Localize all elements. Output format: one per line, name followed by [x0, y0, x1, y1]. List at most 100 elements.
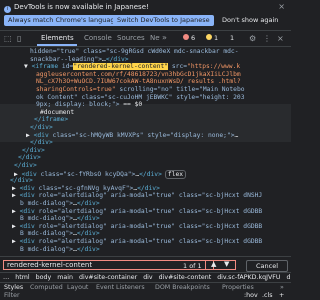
dom-node-line[interactable]: ▶ <div role="alertdialog" aria-modal="tr…	[12, 223, 262, 231]
dom-node-line[interactable]: NL_cX7h3O+WuOCD.7IUW67cokAW-tA8nuxnWsD/ …	[36, 78, 241, 86]
dom-token: <iframe	[31, 63, 59, 71]
info-icon: i	[4, 6, 11, 13]
close-devtools-icon[interactable]: ×	[277, 34, 284, 43]
dom-token: ▶	[12, 192, 20, 200]
dom-token: snackbar--leading">	[30, 55, 103, 63]
tab-event-listeners[interactable]: Event Listeners	[96, 284, 145, 291]
dom-token: NL_cX7h3O+WuOCD.7IUW67cokAW-tA8nuxnWsD/ …	[36, 78, 241, 86]
tab-elements[interactable]: Elements	[41, 34, 74, 42]
info-count: 1	[214, 34, 219, 42]
dom-token: </div>	[10, 177, 33, 185]
customize-menu-icon[interactable]: ⋮	[263, 34, 271, 43]
search-prev-icon[interactable]: ▲	[211, 260, 216, 268]
dom-node-line[interactable]: 9px; display: block;"> == $0	[36, 101, 142, 109]
dom-token: </div>	[22, 146, 45, 154]
dom-node-line[interactable]: ok Content" class="sc-cuJoHM jEBWKC" sty…	[36, 94, 245, 102]
dom-node-line[interactable]: #document	[40, 109, 74, 117]
switch-to-japanese-button[interactable]: Switch DevTools to Japanese	[113, 15, 214, 26]
issues-count[interactable]: 1	[230, 34, 234, 42]
dom-node-line[interactable]: </div>	[18, 154, 41, 162]
dom-node-line[interactable]: </div>	[14, 162, 37, 170]
dom-node-line[interactable]: b mdc-dialog">…</div>	[20, 200, 100, 208]
dom-token: </div>	[105, 55, 129, 63]
match-chrome-language-button[interactable]: Always match Chrome's language	[4, 15, 123, 26]
dom-node-line[interactable]: ▶ <div class="sc-gfnNVg kyAvqF">…</div>	[12, 185, 160, 193]
infobar-message-row: i DevTools is now available in Japanese!	[4, 3, 149, 13]
dom-token: ▶	[12, 184, 20, 192]
tab-console[interactable]: Console	[84, 34, 112, 42]
dom-token: ▶	[12, 207, 20, 215]
hover-state-toggle[interactable]: :hov	[244, 292, 258, 299]
class-toggle[interactable]: .cls	[262, 292, 273, 299]
dom-node-line[interactable]: ▼ <iframe id="rendered-kernel-content" s…	[24, 63, 240, 71]
dom-node-line[interactable]: ▶ <div class="sc-hMQyWB kMVXPs" style="d…	[26, 132, 238, 140]
dom-token: ok Content" class="sc-cuJoHM jEBWKC" sty…	[36, 93, 245, 101]
dom-node-line[interactable]: ▶ <div role="alertdialog" aria-modal="tr…	[12, 238, 262, 246]
dom-token: ▼	[24, 63, 32, 71]
dom-token: role="alertdialog" aria-modal="true" cla…	[34, 192, 263, 200]
search-match-count: 1 of 1	[183, 262, 202, 270]
dom-token: …	[234, 131, 239, 139]
infobar-close-icon[interactable]: ×	[278, 2, 285, 11]
dom-token: </iframe>	[34, 116, 69, 124]
dom-token: B mdc-dialog">	[20, 245, 74, 253]
info-badge-icon[interactable]	[206, 34, 212, 40]
dom-token: </div>	[14, 162, 37, 169]
device-toolbar-icon[interactable]: ▯	[17, 34, 21, 43]
dom-node-line[interactable]: ▶ <div role="alertdialog" aria-modal="tr…	[12, 208, 262, 216]
dom-token: </div>	[139, 170, 162, 178]
dom-node-line[interactable]: sharingControls=true" scrolling="no" tit…	[36, 86, 245, 94]
dom-node-line[interactable]: aggleusercontent.com/rf/48618723/vn3hbGc…	[36, 71, 241, 79]
dom-token: role="alertdialog" aria-modal="true" cla…	[34, 238, 263, 245]
styles-filter-row: Filter :hov .cls +	[0, 292, 291, 300]
dom-node-line[interactable]: hidden="true" class="sc-9gRGsd cWd0eX md…	[30, 48, 239, 56]
dom-node-line[interactable]: </div>	[30, 139, 53, 147]
dom-token: <div	[19, 238, 35, 245]
dom-token: scrolling="no" title="Main Notebo	[115, 86, 245, 93]
tab-layout[interactable]: Layout	[67, 284, 88, 291]
dom-search-bar: 1 of 1 ▲ ▼ Cancel	[0, 256, 291, 273]
styles-filter-input[interactable]: Filter	[4, 292, 20, 299]
tab-computed[interactable]: Computed	[30, 284, 63, 291]
flex-badge[interactable]: flex	[164, 169, 187, 180]
search-match-highlight: "rendered-kernel-content"	[73, 63, 169, 71]
dom-token: id=	[58, 63, 74, 71]
dom-node-line[interactable]: ▶ <div class="sc-fYRbsO kcyDQa">…</div> f…	[14, 169, 187, 180]
dom-node-line[interactable]: B mdc-dialog">…</div>	[20, 246, 100, 254]
dom-token: sharingControls=true"	[36, 86, 116, 93]
dom-node-line[interactable]: ▶ <div role="alertdialog" aria-modal="tr…	[12, 192, 262, 200]
infobar-message: DevTools is now available in Japanese!	[14, 3, 149, 11]
dom-node-line[interactable]: </div>	[22, 147, 45, 155]
search-cancel-button[interactable]: Cancel	[246, 260, 288, 272]
error-badge-icon[interactable]	[183, 34, 189, 40]
tab-properties[interactable]: Properties	[222, 284, 254, 291]
more-styles-tabs-icon[interactable]: »	[280, 284, 284, 291]
more-tabs-icon[interactable]: »	[162, 33, 167, 42]
dom-node-line[interactable]: B mdc-dialog">…</div>	[20, 230, 100, 238]
dom-token: "https://www.k	[187, 63, 241, 71]
tab-sources[interactable]: Sources	[117, 34, 145, 42]
dom-token: </div>	[76, 245, 100, 253]
new-style-rule-icon[interactable]: +	[279, 292, 284, 299]
settings-gear-icon[interactable]: ⚙	[249, 34, 256, 43]
inspect-element-icon[interactable]: ⬚	[4, 34, 12, 43]
dom-node-line[interactable]: </div>	[30, 124, 53, 132]
dom-node-line[interactable]: B mdc-dialog">…</div>	[20, 215, 100, 223]
error-count: 6	[191, 34, 196, 42]
dom-node-line[interactable]: snackbar--leading">…</div>	[30, 56, 129, 64]
dom-token: <div	[19, 222, 35, 230]
tab-network[interactable]: Network	[150, 34, 160, 42]
dom-token: 9px; display: block;">	[36, 101, 120, 109]
dom-token: class="sc-fYRbsO kcyDQa">	[36, 170, 136, 178]
dom-token: B mdc-dialog">	[20, 230, 74, 238]
search-next-icon[interactable]: ▼	[224, 260, 229, 268]
dom-token: aggleusercontent.com/rf/48618723/vn3hbGc…	[36, 70, 241, 78]
dom-node-line[interactable]: </div>	[10, 177, 33, 185]
dom-node-line[interactable]: </iframe>	[34, 116, 68, 124]
dom-token: class="sc-gfnNVg kyAvqF">	[34, 184, 134, 192]
dont-show-again-button[interactable]: Don't show again	[218, 15, 282, 26]
tab-styles[interactable]: Styles	[4, 284, 23, 291]
dom-token: <div	[19, 192, 35, 200]
dom-tree[interactable]: hidden="true" class="sc-9gRGsd cWd0eX md…	[0, 46, 291, 272]
tab-dom-breakpoints[interactable]: DOM Breakpoints	[155, 284, 210, 291]
